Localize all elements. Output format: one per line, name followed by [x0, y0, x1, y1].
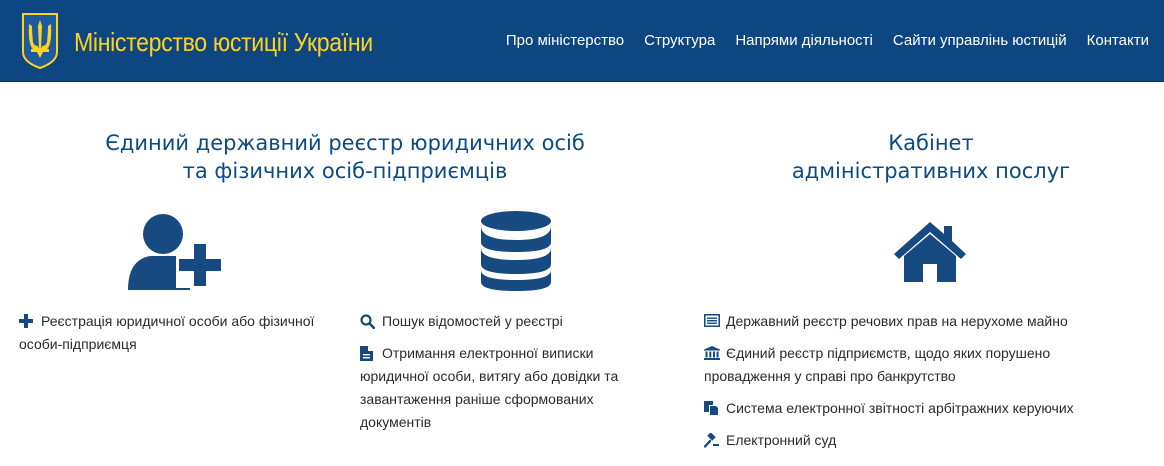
electronic-extract-link[interactable]: Отримання електронної виписки юридичної …: [360, 342, 650, 434]
cabinet-title-line2: адміністративних послуг: [791, 159, 1071, 183]
nav-activities[interactable]: Напрями діяльності: [735, 32, 873, 50]
cabinet-section-title: Кабінет адміністративних послуг: [700, 129, 1162, 185]
user-plus-icon[interactable]: [128, 212, 224, 292]
property-rights-registry-text: Державний реєстр речових прав на нерухом…: [726, 313, 1068, 329]
database-icon[interactable]: [479, 210, 553, 292]
search-icon: [360, 314, 376, 329]
copy-icon: [704, 401, 720, 416]
electronic-court-text: Електронний суд: [726, 432, 837, 448]
nav-structure[interactable]: Структура: [644, 32, 715, 50]
search-registry-text: Пошук відомостей у реєстрі: [382, 313, 563, 329]
document-icon: [360, 346, 376, 361]
registry-title-line2: та фізичних осіб-підприємців: [182, 159, 508, 183]
bankruptcy-registry-text: Єдиний реєстр підприємств, щодо яких пор…: [704, 345, 1051, 384]
registration-text: Реєстрація юридичної особи або фізичної …: [19, 313, 315, 352]
site-header: Міністерство юстиції України Про міністе…: [0, 0, 1164, 82]
arbitration-reporting-link[interactable]: Система електронної звітності арбітражни…: [704, 397, 1164, 420]
bank-icon: [704, 346, 720, 360]
arbitration-reporting-text: Система електронної звітності арбітражни…: [726, 400, 1074, 416]
nav-contacts[interactable]: Контакти: [1087, 32, 1149, 50]
search-registry-link[interactable]: Пошук відомостей у реєстрі: [360, 310, 650, 333]
plus-icon: [19, 314, 35, 328]
gavel-icon: [704, 433, 720, 448]
electronic-extract-text: Отримання електронної виписки юридичної …: [360, 345, 619, 430]
nav-justice-sites[interactable]: Сайти управлінь юстицій: [893, 32, 1067, 50]
bankruptcy-registry-link[interactable]: Єдиний реєстр підприємств, щодо яких пор…: [704, 342, 1124, 388]
cabinet-title-line1: Кабінет: [888, 131, 974, 155]
property-rights-registry-link[interactable]: Державний реєстр речових прав на нерухом…: [704, 310, 1164, 333]
registration-link[interactable]: Реєстрація юридичної особи або фізичної …: [19, 310, 319, 356]
site-brand-title[interactable]: Міністерство юстиції України: [74, 27, 373, 57]
registry-section-title: Єдиний державний реєстр юридичних осіб т…: [60, 129, 630, 185]
home-icon[interactable]: [892, 220, 968, 284]
electronic-court-link[interactable]: Електронний суд: [704, 429, 1164, 452]
list-icon: [704, 314, 720, 328]
nav-about-ministry[interactable]: Про міністерство: [506, 32, 624, 50]
main-navigation: Про міністерство Структура Напрями діяль…: [486, 32, 1149, 50]
trident-coat-of-arms-icon[interactable]: [20, 12, 60, 70]
registry-title-line1: Єдиний державний реєстр юридичних осіб: [105, 131, 585, 155]
